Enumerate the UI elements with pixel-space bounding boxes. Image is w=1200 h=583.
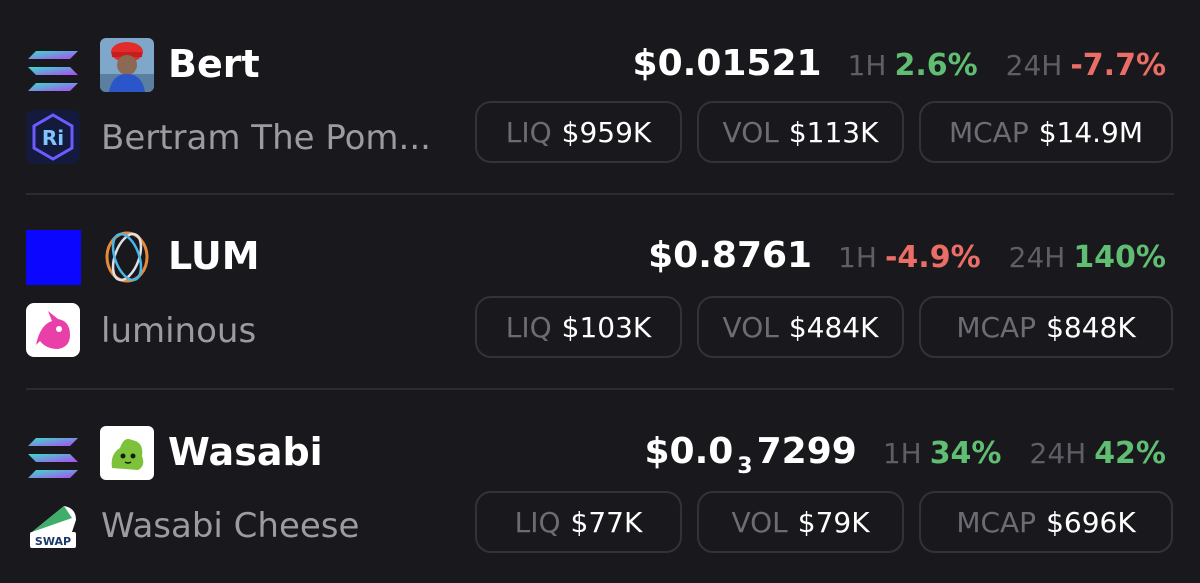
h1-change: 2.6% [894, 48, 978, 83]
h1-label: 1H [838, 241, 877, 274]
token-row-lum[interactable]: LUM luminous $0.8761 1H -4.9% 24H 140% L… [0, 195, 1200, 390]
mcap-label: MCAP [948, 115, 1029, 149]
uniswap-icon [26, 303, 80, 357]
liq-value: $103K [561, 310, 652, 344]
liq-label: LIQ [505, 310, 552, 344]
liq-label: LIQ [514, 505, 561, 539]
liquidity-pill[interactable]: LIQ $959K [475, 101, 682, 163]
volume-pill[interactable]: VOL $79K [697, 491, 904, 553]
vol-label: VOL [731, 505, 788, 539]
h1-label: 1H [882, 437, 922, 470]
vol-label: VOL [722, 115, 779, 149]
liq-value: $77K [570, 505, 643, 539]
mcap-value: $14.9M [1038, 115, 1144, 149]
token-ticker: Wasabi [168, 430, 323, 474]
h24-change: 140% [1073, 240, 1166, 275]
price-prefix: $0.0 [644, 431, 734, 472]
vol-value: $484K [788, 310, 879, 344]
token-price: $0.8761 [648, 235, 813, 276]
price-line: $0.8761 1H -4.9% 24H 140% [648, 230, 1166, 282]
blue-square-chain-icon [26, 230, 81, 285]
solana-icon [28, 438, 78, 478]
solana-icon [28, 51, 78, 91]
swap-badge-text: SWAP [35, 535, 71, 548]
h1-change: -4.9% [884, 240, 981, 275]
vol-value: $113K [788, 115, 879, 149]
vol-label: VOL [722, 310, 779, 344]
token-name: Bertram The Pom... [101, 118, 431, 158]
token-row-wasabi[interactable]: Wasabi SWAP Wasabi Cheese $0.0 3 7299 1H 3… [0, 390, 1200, 583]
price-line: $0.01521 1H 2.6% 24H -7.7% [633, 38, 1166, 90]
h24-change: 42% [1094, 436, 1166, 471]
token-name: luminous [101, 311, 257, 351]
token-list: Bert Ri Bertram The Pom... $0.01521 1H 2… [0, 0, 1200, 583]
mcap-label: MCAP [956, 505, 1037, 539]
price-suffix: 7299 [756, 431, 857, 472]
bert-avatar [100, 38, 154, 92]
volume-pill[interactable]: VOL $484K [697, 296, 904, 358]
mcap-value: $696K [1046, 505, 1136, 539]
market-cap-pill[interactable]: MCAP $696K [919, 491, 1173, 553]
price-line: $0.0 3 7299 1H 34% 24H 42% [644, 426, 1166, 479]
mcap-label: MCAP [956, 310, 1037, 344]
token-ticker: Bert [168, 42, 260, 86]
lum-avatar [100, 230, 154, 284]
h24-label: 24H [1008, 241, 1066, 274]
h1-change: 34% [929, 436, 1002, 471]
token-row-bert[interactable]: Bert Ri Bertram The Pom... $0.01521 1H 2… [0, 0, 1200, 195]
token-price: $0.01521 [632, 43, 822, 84]
token-price: $0.0 3 7299 [644, 426, 856, 493]
mcap-value: $848K [1046, 310, 1136, 344]
svg-text:Ri: Ri [42, 126, 64, 150]
vol-value: $79K [797, 505, 870, 539]
liq-value: $959K [561, 115, 652, 149]
cheese-swap-icon: SWAP [26, 498, 80, 552]
liq-label: LIQ [505, 115, 552, 149]
h24-label: 24H [1029, 437, 1087, 470]
liquidity-pill[interactable]: LIQ $103K [475, 296, 682, 358]
raydium-icon: Ri [26, 110, 80, 164]
h1-label: 1H [847, 49, 887, 82]
wasabi-avatar [100, 426, 154, 480]
liquidity-pill[interactable]: LIQ $77K [475, 491, 682, 553]
volume-pill[interactable]: VOL $113K [697, 101, 904, 163]
market-cap-pill[interactable]: MCAP $14.9M [919, 101, 1173, 163]
token-name: Wasabi Cheese [101, 506, 360, 546]
token-ticker: LUM [168, 234, 260, 278]
market-cap-pill[interactable]: MCAP $848K [919, 296, 1173, 358]
h24-label: 24H [1005, 49, 1063, 82]
h24-change: -7.7% [1070, 48, 1166, 83]
price-zero-count: 3 [737, 454, 753, 479]
